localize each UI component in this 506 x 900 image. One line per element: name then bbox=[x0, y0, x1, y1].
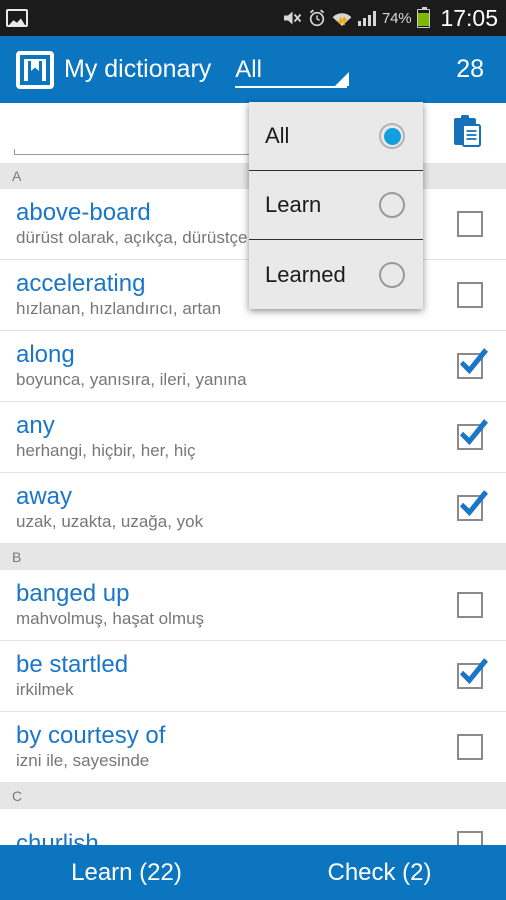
app-root: 74% 17:05 My dictionary All 28 A above-b… bbox=[0, 0, 506, 900]
checkbox-unchecked[interactable] bbox=[457, 734, 483, 760]
dropdown-item-label: Learned bbox=[265, 261, 346, 287]
word-label: any bbox=[16, 412, 55, 439]
page-title: My dictionary bbox=[64, 55, 212, 83]
word-label: banged up bbox=[16, 580, 130, 607]
dropdown-caret-icon bbox=[335, 71, 350, 86]
word-label: away bbox=[16, 483, 73, 510]
row-checkbox-cell[interactable] bbox=[434, 734, 506, 760]
row-checkbox-cell[interactable] bbox=[434, 353, 506, 379]
radio-selected-icon[interactable] bbox=[379, 123, 405, 149]
translation-label: mahvolmuş, haşat olmuş bbox=[16, 609, 205, 628]
dropdown-item-label: All bbox=[265, 123, 290, 148]
word-count-label: 28 bbox=[456, 55, 484, 83]
table-row[interactable]: any herhangi, hiçbir, her, hiç bbox=[0, 402, 506, 473]
table-row[interactable]: away uzak, uzakta, uzağa, yok bbox=[0, 473, 506, 544]
row-text: any herhangi, hiçbir, her, hiç bbox=[0, 412, 434, 462]
row-text: by courtesy of izni ile, sayesinde bbox=[0, 722, 434, 772]
section-header: B bbox=[0, 544, 506, 570]
table-row[interactable]: by courtesy of izni ile, sayesinde bbox=[0, 712, 506, 783]
dropdown-item[interactable]: Learned bbox=[249, 240, 423, 309]
checkbox-checked[interactable] bbox=[457, 424, 483, 450]
checkbox-checked[interactable] bbox=[457, 353, 483, 379]
status-bar-left bbox=[6, 9, 283, 27]
table-row[interactable]: banged up mahvolmuş, haşat olmuş bbox=[0, 570, 506, 641]
word-label: by courtesy of bbox=[16, 722, 166, 749]
filter-spinner[interactable]: All bbox=[235, 46, 351, 94]
row-text: banged up mahvolmuş, haşat olmuş bbox=[0, 580, 434, 630]
mute-icon bbox=[283, 9, 302, 27]
learn-button[interactable]: Learn (22) bbox=[0, 845, 253, 900]
row-checkbox-cell[interactable] bbox=[434, 495, 506, 521]
status-bar: 74% 17:05 bbox=[0, 0, 506, 36]
table-row[interactable]: along boyunca, yanısıra, ileri, yanına bbox=[0, 331, 506, 402]
word-label: be startled bbox=[16, 651, 129, 678]
dropdown-item[interactable]: All bbox=[249, 102, 423, 171]
clipboard-button[interactable] bbox=[446, 112, 488, 154]
clock-label: 17:05 bbox=[440, 4, 498, 31]
status-bar-right: 74% 17:05 bbox=[283, 4, 498, 32]
section-header: C bbox=[0, 783, 506, 809]
row-text: churlish bbox=[0, 830, 434, 845]
dictionary-book-icon bbox=[16, 50, 54, 89]
word-label: churlish bbox=[16, 830, 99, 845]
translation-label: irkilmek bbox=[16, 680, 74, 699]
word-label: along bbox=[16, 341, 75, 368]
wifi-transfer-icon bbox=[332, 9, 352, 27]
checkbox-unchecked[interactable] bbox=[457, 282, 483, 308]
translation-label: uzak, uzakta, uzağa, yok bbox=[16, 512, 204, 531]
bottom-action-bar: Learn (22) Check (2) bbox=[0, 845, 506, 900]
filter-spinner-value: All bbox=[235, 55, 262, 83]
alarm-icon bbox=[308, 9, 326, 27]
row-checkbox-cell[interactable] bbox=[434, 282, 506, 308]
checkbox-unchecked[interactable] bbox=[457, 831, 483, 845]
row-text: be startled irkilmek bbox=[0, 651, 434, 701]
radio-unselected-icon[interactable] bbox=[379, 192, 405, 218]
battery-percent-label: 74% bbox=[382, 9, 412, 27]
checkbox-checked[interactable] bbox=[457, 495, 483, 521]
row-text: along boyunca, yanısıra, ileri, yanına bbox=[0, 341, 434, 391]
checkbox-checked[interactable] bbox=[457, 663, 483, 689]
translation-label: boyunca, yanısıra, ileri, yanına bbox=[16, 370, 247, 389]
filter-dropdown-menu[interactable]: All Learn Learned bbox=[249, 102, 423, 309]
row-checkbox-cell[interactable] bbox=[434, 211, 506, 237]
dropdown-item[interactable]: Learn bbox=[249, 171, 423, 240]
checkbox-unchecked[interactable] bbox=[457, 592, 483, 618]
row-checkbox-cell[interactable] bbox=[434, 663, 506, 689]
row-checkbox-cell[interactable] bbox=[434, 831, 506, 845]
row-checkbox-cell[interactable] bbox=[434, 424, 506, 450]
row-text: away uzak, uzakta, uzağa, yok bbox=[0, 483, 434, 533]
table-row[interactable]: churlish bbox=[0, 809, 506, 845]
translation-label: izni ile, sayesinde bbox=[16, 751, 150, 770]
clipboard-icon bbox=[452, 114, 482, 153]
check-button[interactable]: Check (2) bbox=[253, 845, 506, 900]
row-checkbox-cell[interactable] bbox=[434, 592, 506, 618]
translation-label: herhangi, hiçbir, her, hiç bbox=[16, 441, 196, 460]
filter-spinner-underline bbox=[235, 85, 348, 88]
dropdown-item-label: Learn bbox=[265, 192, 322, 217]
gallery-icon bbox=[6, 9, 28, 27]
radio-unselected-icon[interactable] bbox=[379, 261, 405, 288]
signal-bars-icon bbox=[357, 10, 376, 26]
checkbox-unchecked[interactable] bbox=[457, 211, 483, 237]
battery-icon bbox=[417, 6, 431, 28]
table-row[interactable]: be startled irkilmek bbox=[0, 641, 506, 712]
app-bar: My dictionary All 28 bbox=[0, 36, 506, 103]
